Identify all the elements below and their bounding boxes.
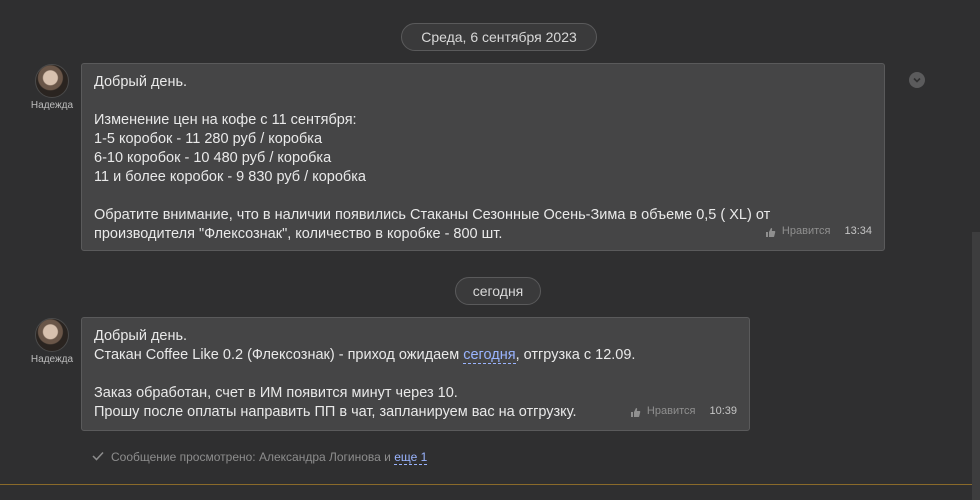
message-text: , отгрузка с 12.09. — [515, 347, 636, 363]
message-line: Заказ обработан, счет в ИМ появится мину… — [94, 385, 458, 401]
message-bubble: Добрый день. Стакан Coffee Like 0.2 (Фле… — [81, 317, 750, 431]
message-line — [94, 365, 737, 384]
message-bubble: Добрый день. Изменение цен на кофе с 11 … — [81, 63, 885, 251]
message-line: 11 и более коробок - 9 830 руб / коробка — [94, 169, 366, 185]
message-line: производителя "Флексознак", количество в… — [94, 226, 503, 242]
message-line: Добрый день. — [94, 74, 188, 90]
thumbs-up-icon[interactable] — [630, 406, 641, 417]
message-line: Обратите внимание, что в наличии появили… — [94, 207, 771, 223]
chevron-down-icon[interactable] — [909, 72, 925, 88]
message-line — [94, 92, 872, 111]
divider — [0, 484, 980, 485]
more-viewers-link[interactable]: еще 1 — [394, 450, 428, 465]
like-button[interactable]: Нравится — [782, 222, 831, 241]
check-icon — [92, 450, 104, 464]
message-line: 1-5 коробок - 11 280 руб / коробка — [94, 131, 323, 147]
message-line: Добрый день. — [94, 328, 188, 344]
message-line: 6-10 коробок - 10 480 руб / коробка — [94, 150, 332, 166]
date-divider: Среда, 6 сентября 2023 — [401, 23, 597, 51]
message-time: 10:39 — [709, 405, 737, 417]
date-divider: сегодня — [455, 277, 541, 305]
thumbs-up-icon[interactable] — [765, 226, 776, 237]
read-receipt-text: Сообщение просмотрено: Александра Логино… — [111, 450, 395, 464]
avatar[interactable]: Надежда — [27, 64, 77, 111]
message-time: 13:34 — [844, 225, 872, 237]
avatar-image — [35, 318, 69, 352]
avatar[interactable]: Надежда — [27, 318, 77, 365]
message-text: Стакан Coffee Like 0.2 (Флексознак) - пр… — [94, 347, 464, 363]
author-name: Надежда — [30, 100, 74, 111]
message-line: Стакан Coffee Like 0.2 (Флексознак) - пр… — [94, 346, 737, 365]
message-meta: Нравится 13:34 — [765, 222, 872, 241]
author-name: Надежда — [30, 354, 74, 365]
message-meta: Нравится 10:39 — [630, 402, 737, 421]
read-receipt: Сообщение просмотрено: Александра Логино… — [92, 450, 428, 465]
avatar-image — [35, 64, 69, 98]
message-line — [94, 187, 872, 206]
message-line: Изменение цен на кофе с 11 сентября: — [94, 112, 357, 128]
like-button[interactable]: Нравится — [647, 402, 696, 421]
date-link[interactable]: сегодня — [463, 347, 516, 364]
scrollbar[interactable] — [972, 232, 980, 500]
